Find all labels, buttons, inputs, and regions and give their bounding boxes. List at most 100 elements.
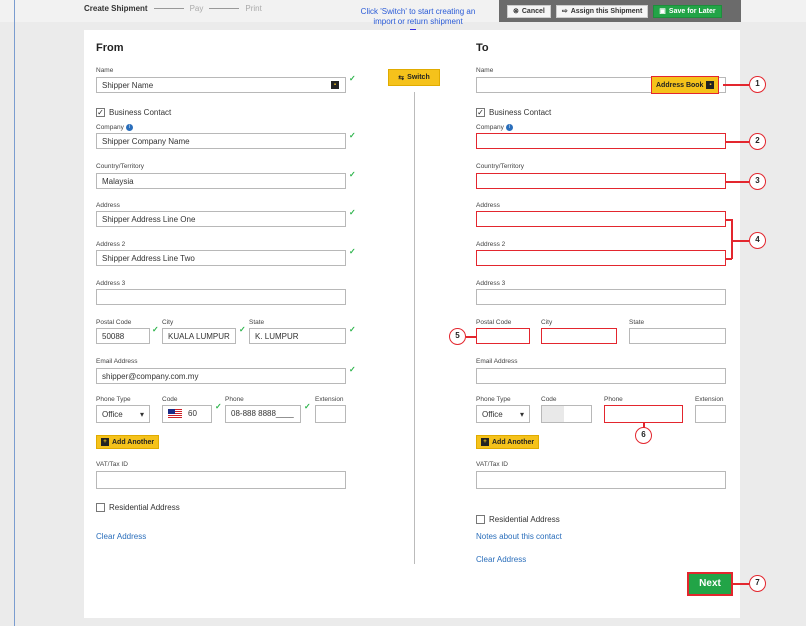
to-city-input[interactable] [541, 328, 617, 344]
to-address2-label: Address 2 [476, 241, 506, 248]
from-clear-address-link[interactable]: Clear Address [96, 532, 146, 541]
from-state-input[interactable]: K. LUMPUR [249, 328, 346, 344]
code-flag-placeholder [542, 406, 564, 422]
step-connector [153, 8, 184, 9]
from-extension-input[interactable] [315, 405, 346, 423]
from-vat-label: VAT/Tax ID [96, 461, 128, 468]
to-clear-address-link[interactable]: Clear Address [476, 555, 526, 564]
cancel-button[interactable]: ⊗ Cancel [507, 4, 551, 18]
to-company-input[interactable] [476, 133, 726, 149]
from-code-label: Code [162, 396, 178, 403]
info-icon: i [125, 124, 133, 131]
from-code-input[interactable]: 60 [162, 405, 212, 423]
to-postal-label: Postal Code [476, 319, 512, 326]
switch-icon: ⇆ [398, 74, 405, 82]
from-vat-input[interactable] [96, 471, 346, 489]
to-phone-type-select[interactable]: Office ▾ [476, 405, 530, 423]
from-city-label: City [162, 319, 174, 326]
from-email-input[interactable]: shipper@company.com.my [96, 368, 346, 384]
from-address-input[interactable]: Shipper Address Line One [96, 211, 346, 227]
callout-7: 7 [749, 575, 766, 592]
to-country-input[interactable] [476, 173, 726, 189]
to-address3-input[interactable] [476, 289, 726, 305]
callout-2: 2 [749, 133, 766, 150]
to-address2-input[interactable] [476, 250, 726, 266]
to-state-input[interactable] [629, 328, 726, 344]
from-country-input[interactable]: Malaysia [96, 173, 346, 189]
step-pay: Pay [189, 4, 204, 13]
from-business-contact-label: Business Contact [109, 108, 172, 117]
to-extension-input[interactable] [695, 405, 726, 423]
to-address-input[interactable] [476, 211, 726, 227]
from-address2-label: Address 2 [96, 241, 126, 248]
to-email-input[interactable] [476, 368, 726, 384]
contact-book-icon: ▪ [706, 81, 715, 89]
valid-check-icon: ✓ [349, 247, 356, 256]
to-business-contact-checkbox[interactable]: ✓ [476, 108, 485, 117]
column-divider [414, 92, 415, 564]
from-phone-type-select[interactable]: Office ▾ [96, 405, 150, 423]
from-address3-input[interactable] [96, 289, 346, 305]
valid-check-icon: ✓ [349, 325, 356, 334]
callout-line [466, 336, 476, 338]
valid-check-icon: ✓ [152, 325, 159, 334]
from-address2-input[interactable]: Shipper Address Line Two [96, 250, 346, 266]
to-add-another-button[interactable]: + Add Another [476, 435, 540, 449]
to-email-label: Email Address [476, 358, 518, 365]
assign-shipment-button[interactable]: ⇨ Assign this Shipment [555, 4, 649, 18]
from-name-input[interactable]: Shipper Name [96, 77, 346, 93]
save-for-later-button[interactable]: ▣ Save for Later [653, 4, 722, 18]
dropdown-arrow-icon: ▾ [139, 410, 144, 419]
from-name-label: Name [96, 67, 114, 74]
callout-line [731, 219, 733, 259]
to-heading: To [476, 42, 489, 54]
from-phone-input[interactable]: 08-888 8888____ [225, 405, 301, 423]
callout-line [723, 84, 749, 86]
valid-check-icon: ✓ [304, 402, 311, 411]
from-residential-checkbox[interactable] [96, 503, 105, 512]
to-address3-label: Address 3 [476, 280, 506, 287]
callout-3: 3 [749, 173, 766, 190]
from-city-input[interactable]: KUALA LUMPUR [162, 328, 236, 344]
save-icon: ▣ [659, 8, 666, 15]
plus-icon: + [481, 438, 489, 446]
address-book-button[interactable]: Address Book ▪ [651, 76, 720, 94]
valid-check-icon: ✓ [349, 131, 356, 140]
contact-book-icon[interactable]: ▪ [331, 81, 339, 89]
switch-button[interactable]: ⇆ Switch [388, 69, 440, 86]
from-address3-label: Address 3 [96, 280, 126, 287]
action-bar: ⊗ Cancel ⇨ Assign this Shipment ▣ Save for … [499, 0, 741, 22]
cancel-icon: ⊗ [513, 8, 519, 15]
window-frame [14, 0, 15, 626]
info-icon: i [505, 124, 513, 131]
from-email-label: Email Address [96, 358, 138, 365]
to-name-label: Name [476, 67, 494, 74]
valid-check-icon: ✓ [349, 74, 356, 83]
malaysia-flag-icon [168, 409, 182, 419]
to-postal-input[interactable] [476, 328, 530, 344]
from-postal-label: Postal Code [96, 319, 132, 326]
from-company-input[interactable]: Shipper Company Name [96, 133, 346, 149]
step-print: Print [245, 4, 262, 13]
step-create-shipment: Create Shipment [84, 4, 148, 13]
to-vat-input[interactable] [476, 471, 726, 489]
to-code-input[interactable] [541, 405, 592, 423]
from-business-contact-checkbox[interactable]: ✓ [96, 108, 105, 117]
to-residential-label: Residential Address [489, 515, 560, 524]
to-city-label: City [541, 319, 553, 326]
from-add-another-button[interactable]: + Add Another [96, 435, 160, 449]
from-postal-input[interactable]: 50088 [96, 328, 150, 344]
notes-about-contact-link[interactable]: Notes about this contact [476, 532, 562, 541]
to-phone-input[interactable] [604, 405, 683, 423]
from-phone-type-label: Phone Type [96, 396, 131, 403]
callout-line [726, 141, 749, 143]
step-connector [209, 8, 240, 9]
callout-6: 6 [635, 427, 652, 444]
from-residential-label: Residential Address [109, 503, 180, 512]
assign-icon: ⇨ [561, 8, 568, 15]
to-residential-checkbox[interactable] [476, 515, 485, 524]
next-button[interactable]: Next [687, 572, 733, 596]
valid-check-icon: ✓ [349, 365, 356, 374]
from-company-label: Company i [96, 124, 133, 131]
from-country-label: Country/Territory [96, 163, 145, 170]
